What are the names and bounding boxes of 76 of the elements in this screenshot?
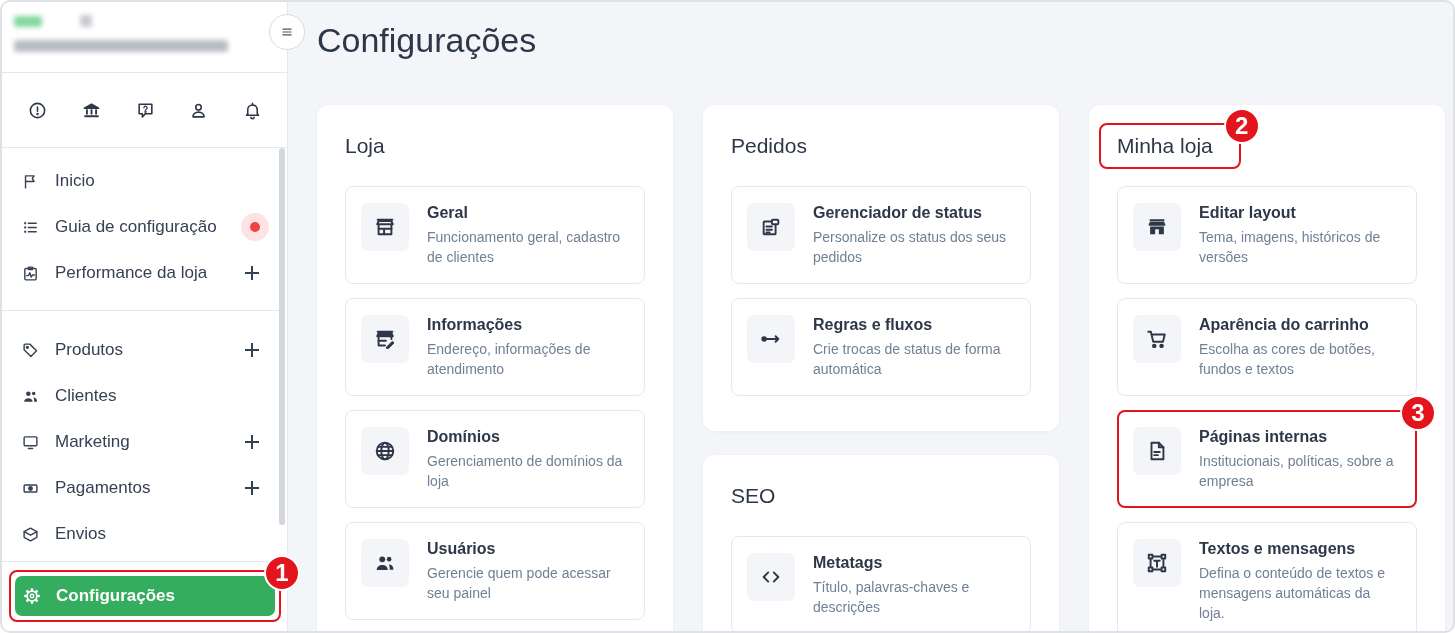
card-description: Personalize os status dos seus pedidos (813, 228, 1007, 267)
section-title: Pedidos (731, 133, 807, 159)
bank-icon[interactable] (81, 100, 101, 120)
document-icon (1133, 427, 1181, 475)
settings-card[interactable]: Metatags Título, palavras-chaves e descrições (731, 536, 1031, 631)
arrow-right-icon (747, 315, 795, 363)
settings-card[interactable]: Regras e fluxos Crie trocas de status de forma automática (731, 298, 1031, 396)
section-title: SEO (731, 483, 776, 509)
settings-card[interactable]: Informações Endereço, informações de atendimento (345, 298, 645, 396)
scrollbar-thumb[interactable] (279, 148, 285, 525)
nav-item[interactable]: Performance da loja (2, 250, 279, 296)
chart-board-icon (22, 264, 39, 282)
menu-icon (280, 25, 294, 39)
settings-card[interactable]: Geral Funcionamento geral, cadastro de clientes (345, 186, 645, 284)
settings-card[interactable]: Editar layout Tema, imagens, históricos de versões (1117, 186, 1417, 284)
card-description: Gerenciamento de domínios da loja (427, 452, 624, 491)
settings-card[interactable]: Aparência do carrinho Escolha as cores de botões, fundos e textos (1117, 298, 1417, 396)
page-title: Configurações (317, 20, 538, 61)
settings-card[interactable]: Gerenciador de status Personalize os status dos seus pedidos (731, 186, 1031, 284)
users-icon (361, 539, 409, 587)
plus-icon[interactable] (245, 481, 259, 495)
box-icon (22, 525, 39, 543)
card-description: Endereço, informações de atendimento (427, 340, 592, 379)
plus-icon[interactable] (245, 343, 259, 357)
storefront-icon (1133, 203, 1181, 251)
bell-icon[interactable] (243, 100, 262, 120)
store-edit-icon (361, 315, 409, 363)
settings-card[interactable]: Domínios Gerenciamento de domínios da loja (345, 410, 645, 508)
nav-item[interactable]: Guia de configuração (2, 204, 279, 250)
plus-icon[interactable] (245, 266, 259, 280)
card-title: Informações (427, 315, 524, 335)
card-description: Funcionamento geral, cadastro de clientes (427, 228, 621, 267)
card-description: Tema, imagens, históricos de versões (1199, 228, 1382, 267)
list-card-icon (747, 203, 795, 251)
card-description: Institucionais, políticas, sobre a empresa (1199, 452, 1395, 491)
store-icon (361, 203, 409, 251)
plus-icon[interactable] (245, 435, 259, 449)
card-description: Gerencie quem pode acessar seu painel (427, 564, 612, 603)
callout-badge: 3 (1400, 395, 1436, 431)
text-frame-icon (1133, 539, 1181, 587)
cart-icon (1133, 315, 1181, 363)
nav-item[interactable]: Pagamentos (2, 465, 279, 511)
card-description: Escolha as cores de botões, fundos e textos (1199, 340, 1376, 379)
help-icon[interactable] (135, 100, 155, 120)
settings-card[interactable]: Usuários Gerencie quem pode acessar seu painel (345, 522, 645, 620)
card-title: Aparência do carrinho (1199, 315, 1370, 335)
callout-badge: 1 (264, 555, 300, 591)
card-title: Domínios (427, 427, 501, 447)
nav-item[interactable]: Marketing (2, 419, 279, 465)
settings-card[interactable]: Textos e mensagens Defina o conteúdo de textos e mensagens automáticas da loja. (1117, 522, 1417, 631)
section-title: Loja (345, 133, 385, 159)
card-title: Gerenciador de status (813, 203, 983, 223)
callout-badge: 2 (1223, 108, 1260, 144)
nav-item[interactable]: Produtos (2, 327, 279, 373)
card-title: Regras e fluxos (813, 315, 934, 335)
code-icon (747, 553, 795, 601)
card-description: Título, palavras-chaves e descrições (813, 578, 971, 617)
redacted-store-name (14, 15, 42, 27)
card-title: Metatags (813, 553, 884, 573)
globe-icon (361, 427, 409, 475)
card-title: Editar layout (1199, 203, 1297, 223)
card-title: Geral (427, 203, 469, 223)
card-description: Crie trocas de status de forma automática (813, 340, 1002, 379)
card-title: Usuários (427, 539, 497, 559)
card-title: Textos e mensagens (1199, 539, 1357, 559)
monitor-icon (22, 433, 39, 451)
nav-item[interactable]: Inicio (2, 158, 279, 204)
nav-item[interactable]: Envios (2, 511, 279, 557)
card-description: Defina o conteúdo de textos e mensagens automáticas da loja. (1199, 564, 1387, 623)
tag-icon (22, 341, 39, 359)
nav-item[interactable]: Clientes (2, 373, 279, 419)
section-title: Minha loja (1117, 133, 1213, 159)
redacted-icon (80, 15, 92, 27)
settings-icon (23, 587, 41, 605)
card-title: Páginas internas (1199, 427, 1329, 447)
alert-icon[interactable] (28, 100, 47, 120)
